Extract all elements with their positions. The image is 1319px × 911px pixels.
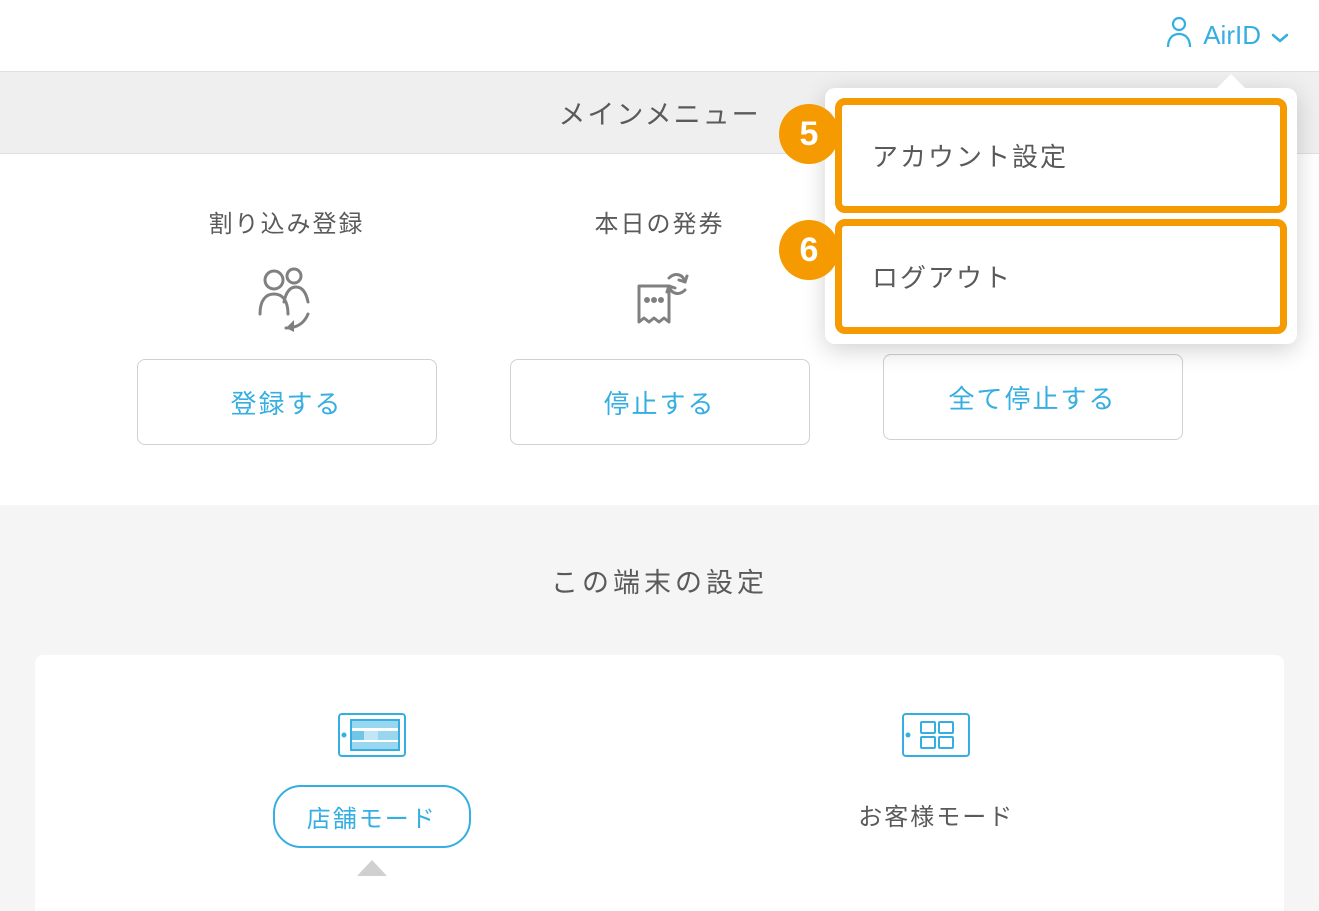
customer-mode-button[interactable]: お客様モード <box>826 785 1046 844</box>
register-button[interactable]: 登録する <box>137 359 437 445</box>
dropdown-pointer-icon <box>1215 74 1247 90</box>
mode-section: 店舗モード お客様モード <box>35 655 1284 911</box>
store-mode-icon <box>335 710 409 765</box>
card-title: 本日の発券 <box>595 204 725 239</box>
chevron-down-icon <box>1271 20 1289 51</box>
customer-mode-icon <box>899 710 973 765</box>
people-sync-icon <box>252 259 322 339</box>
dropdown-logout[interactable]: ログアウト <box>835 219 1287 334</box>
action-card-interrupt-register: 割り込み登録 登録する <box>120 204 453 445</box>
settings-title: この端末の設定 <box>551 561 768 600</box>
stop-button[interactable]: 停止する <box>510 359 810 445</box>
card-title: 割り込み登録 <box>209 204 365 239</box>
user-dropdown: アカウント設定 ログアウト <box>825 88 1297 344</box>
user-label: AirID <box>1203 20 1261 51</box>
action-card-today-ticket: 本日の発券 停止する <box>493 204 826 445</box>
mode-card-customer: お客様モード <box>826 710 1046 881</box>
user-menu[interactable]: AirID <box>1165 16 1289 55</box>
store-mode-button[interactable]: 店舗モード <box>273 785 471 848</box>
stop-all-button[interactable]: 全て停止する <box>883 354 1183 440</box>
receipt-refresh-icon <box>625 259 695 339</box>
dropdown-account-settings[interactable]: アカウント設定 <box>835 98 1287 213</box>
user-icon <box>1165 16 1193 55</box>
callout-badge-5: 5 <box>779 104 839 164</box>
selected-pointer-icon <box>357 860 387 881</box>
callout-badge-6: 6 <box>779 220 839 280</box>
settings-title-bar: この端末の設定 <box>0 505 1319 655</box>
page-title: メインメニュー <box>558 93 760 132</box>
mode-card-store: 店舗モード <box>273 710 471 881</box>
header: AirID <box>0 0 1319 72</box>
